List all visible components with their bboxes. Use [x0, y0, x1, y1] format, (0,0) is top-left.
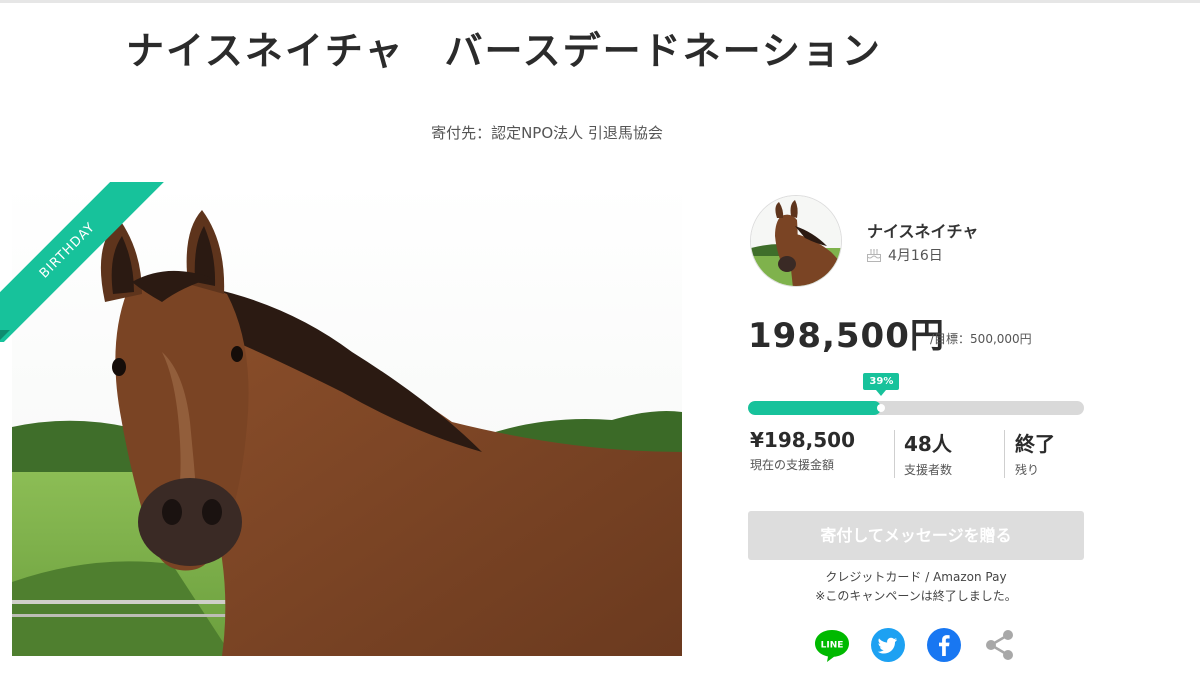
avatar[interactable]: [750, 195, 842, 287]
stat-remaining-value: 終了: [1015, 432, 1055, 456]
ribbon-fold: [0, 330, 10, 340]
horse-name: ナイスネイチャ: [867, 222, 979, 241]
beneficiary-label: 寄付先：認定NPO法人 引退馬協会: [431, 124, 663, 142]
progress-percent-badge: 39%: [863, 373, 900, 390]
line-icon: LINE: [815, 630, 849, 662]
progress-fill: [748, 401, 882, 415]
line-icon-label: LINE: [821, 641, 844, 651]
donate-message-button[interactable]: 寄付してメッセージを贈る: [748, 511, 1084, 560]
page-title: ナイスネイチャ バースデードネーション: [126, 29, 882, 73]
stat-supporters-label: 支援者数: [904, 463, 953, 477]
top-divider: [0, 0, 1200, 3]
stat-raised: ¥198,500 現在の支援金額: [750, 428, 855, 473]
payment-methods: クレジットカード / Amazon Pay: [825, 570, 1007, 584]
facebook-icon: [927, 628, 961, 662]
share-icon: [986, 630, 1013, 660]
progress-percent-pointer: [876, 390, 887, 396]
stat-supporters: 48人 支援者数: [904, 428, 952, 478]
raised-amount: 198,500円: [748, 316, 945, 356]
facebook-share-button[interactable]: [926, 627, 962, 663]
stat-remaining-label: 残り: [1015, 463, 1040, 477]
stat-supporters-value: 48人: [904, 432, 952, 456]
stat-remaining: 終了 残り: [1015, 428, 1055, 478]
birthday-row: 4月16日: [866, 245, 943, 265]
twitter-share-button[interactable]: [870, 627, 906, 663]
birthday-date: 4月16日: [888, 248, 943, 264]
birthday-ribbon-label: BIRTHDAY: [0, 182, 167, 342]
progress-bar: [748, 401, 1084, 415]
share-button[interactable]: [982, 627, 1018, 663]
stat-divider: [894, 430, 895, 478]
line-share-button[interactable]: LINE: [814, 627, 850, 663]
cake-icon: [867, 249, 881, 262]
stat-raised-value: ¥198,500: [750, 428, 856, 452]
birthday-ribbon: BIRTHDAY: [0, 182, 170, 342]
twitter-icon: [871, 628, 905, 662]
stat-divider: [1004, 430, 1005, 478]
stat-raised-label: 現在の支援金額: [750, 458, 835, 472]
campaign-ended-note: ※このキャンペーンは終了しました。: [815, 589, 1017, 603]
goal-amount: /目標：500,000円: [930, 332, 1032, 346]
